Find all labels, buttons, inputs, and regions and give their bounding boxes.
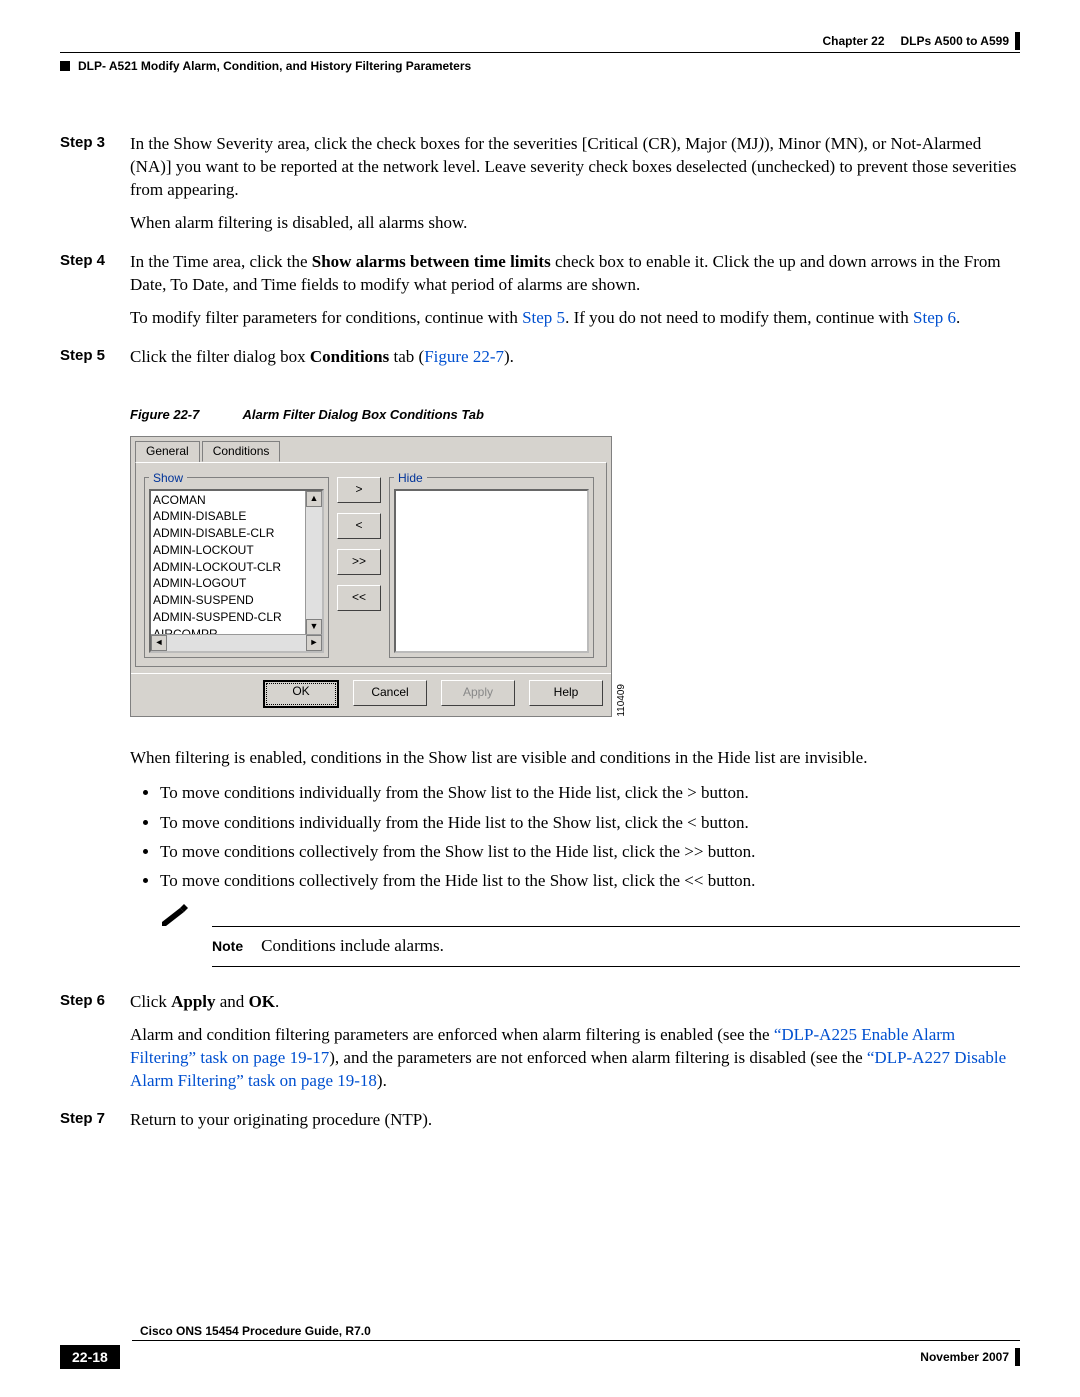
page-content: Step 3 In the Show Severity area, click … — [60, 133, 1020, 1142]
page-number: 22-18 — [60, 1345, 120, 1369]
figure-number: Figure 22-7 — [130, 407, 199, 422]
scrollbar-horizontal[interactable]: ◄ ► — [151, 634, 322, 651]
post-figure-para: When filtering is enabled, conditions in… — [130, 747, 1020, 770]
dialog-button-row: OK Cancel Apply Help — [131, 673, 611, 716]
step-3-para-2: When alarm filtering is disabled, all al… — [130, 212, 1020, 235]
alarm-filter-dialog: General Conditions Show ACOMAN ADMIN-DIS… — [130, 436, 612, 717]
move-left-button[interactable]: < — [337, 513, 381, 539]
link-step-5[interactable]: Step 5 — [522, 308, 565, 327]
step-5-label: Step 5 — [60, 346, 130, 379]
note-pencil-icon — [160, 904, 188, 926]
header-chapter: Chapter 22 — [822, 34, 884, 48]
list-item[interactable]: ADMIN-LOCKOUT-CLR — [153, 559, 320, 576]
step-7-label: Step 7 — [60, 1109, 130, 1142]
scroll-left-icon[interactable]: ◄ — [151, 635, 167, 651]
bullet-item: To move conditions individually from the… — [160, 779, 1020, 806]
footer-end-bar — [1015, 1348, 1020, 1366]
figure-caption: Figure 22-7 Alarm Filter Dialog Box Cond… — [130, 407, 1020, 422]
list-item[interactable]: ADMIN-SUSPEND-CLR — [153, 609, 320, 626]
show-legend: Show — [149, 471, 187, 485]
move-right-button[interactable]: > — [337, 477, 381, 503]
note: Note Conditions include alarms. — [160, 904, 1020, 967]
step-5-para-1: Click the filter dialog box Conditions t… — [130, 346, 1020, 369]
header-subhead: DLP- A521 Modify Alarm, Condition, and H… — [78, 59, 471, 73]
show-group: Show ACOMAN ADMIN-DISABLE ADMIN-DISABLE-… — [144, 471, 329, 658]
step-4-label: Step 4 — [60, 251, 130, 340]
move-buttons: > < >> << — [337, 477, 381, 658]
step-5: Step 5 Click the filter dialog box Condi… — [60, 346, 1020, 379]
list-item[interactable]: ADMIN-SUSPEND — [153, 592, 320, 609]
hide-legend: Hide — [394, 471, 427, 485]
footer-rule — [132, 1340, 1020, 1341]
header-section: DLPs A500 to A599 — [901, 34, 1010, 48]
header-square-icon — [60, 61, 70, 71]
list-item[interactable]: ACOMAN — [153, 492, 320, 509]
list-item[interactable]: ADMIN-LOGOUT — [153, 575, 320, 592]
move-all-left-button[interactable]: << — [337, 585, 381, 611]
apply-button[interactable]: Apply — [441, 680, 515, 706]
step-3: Step 3 In the Show Severity area, click … — [60, 133, 1020, 245]
scroll-up-icon[interactable]: ▲ — [306, 491, 322, 507]
running-header: Chapter 22 DLPs A500 to A599 DLP- A521 M… — [60, 32, 1020, 73]
step-6-label: Step 6 — [60, 991, 130, 1103]
link-step-6[interactable]: Step 6 — [913, 308, 956, 327]
step-6-para-2: Alarm and condition filtering parameters… — [130, 1024, 1020, 1093]
step-4-para-1: In the Time area, click the Show alarms … — [130, 251, 1020, 297]
header-rule — [60, 52, 1020, 53]
step-3-label: Step 3 — [60, 133, 130, 245]
step-7-para-1: Return to your originating procedure (NT… — [130, 1109, 1020, 1132]
list-item[interactable]: ADMIN-DISABLE — [153, 508, 320, 525]
list-item[interactable]: ADMIN-LOCKOUT — [153, 542, 320, 559]
step-4: Step 4 In the Time area, click the Show … — [60, 251, 1020, 340]
step-3-para-1: In the Show Severity area, click the che… — [130, 133, 1020, 202]
page-footer: Cisco ONS 15454 Procedure Guide, R7.0 22… — [60, 1324, 1020, 1369]
help-button[interactable]: Help — [529, 680, 603, 706]
link-figure-22-7[interactable]: Figure 22-7 — [424, 347, 504, 366]
header-end-bar — [1015, 32, 1020, 50]
scroll-down-icon[interactable]: ▼ — [306, 619, 322, 635]
post-figure: When filtering is enabled, conditions in… — [60, 747, 1020, 986]
dialog-tabs: General Conditions — [131, 437, 611, 462]
list-item[interactable]: ADMIN-DISABLE-CLR — [153, 525, 320, 542]
show-listbox[interactable]: ACOMAN ADMIN-DISABLE ADMIN-DISABLE-CLR A… — [149, 489, 324, 653]
cancel-button[interactable]: Cancel — [353, 680, 427, 706]
footer-date: November 2007 — [920, 1350, 1009, 1364]
scrollbar-vertical[interactable]: ▲ ▼ — [305, 491, 322, 635]
step-6: Step 6 Click Apply and OK. Alarm and con… — [60, 991, 1020, 1103]
bullet-item: To move conditions collectively from the… — [160, 867, 1020, 894]
figure-title: Alarm Filter Dialog Box Conditions Tab — [243, 407, 484, 422]
tab-conditions[interactable]: Conditions — [202, 441, 281, 462]
move-all-right-button[interactable]: >> — [337, 549, 381, 575]
tab-general[interactable]: General — [135, 441, 200, 462]
figure-id: 110409 — [616, 680, 627, 717]
note-label: Note — [212, 937, 243, 956]
footer-guide-title: Cisco ONS 15454 Procedure Guide, R7.0 — [60, 1324, 371, 1338]
figure-22-7: General Conditions Show ACOMAN ADMIN-DIS… — [130, 436, 1020, 717]
step-6-para-1: Click Apply and OK. — [130, 991, 1020, 1014]
bullet-item: To move conditions collectively from the… — [160, 838, 1020, 865]
hide-listbox[interactable] — [394, 489, 589, 653]
bullet-list: To move conditions individually from the… — [130, 779, 1020, 894]
step-4-para-2: To modify filter parameters for conditio… — [130, 307, 1020, 330]
step-7: Step 7 Return to your originating proced… — [60, 1109, 1020, 1142]
note-text: Conditions include alarms. — [261, 935, 444, 958]
hide-group: Hide — [389, 471, 594, 658]
bullet-item: To move conditions individually from the… — [160, 809, 1020, 836]
ok-button[interactable]: OK — [263, 680, 339, 708]
scroll-right-icon[interactable]: ► — [306, 635, 322, 651]
